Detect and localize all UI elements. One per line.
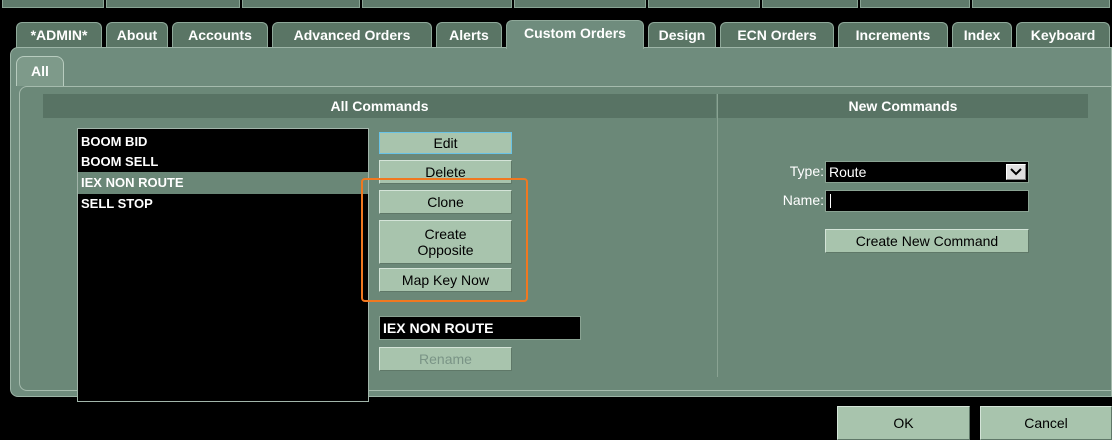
section-divider (717, 94, 718, 377)
tab-about[interactable]: About (106, 22, 168, 48)
list-item[interactable]: SELL STOP (78, 194, 368, 214)
tab-index[interactable]: Index (952, 22, 1012, 48)
all-commands-header: All Commands (43, 94, 716, 118)
rename-button[interactable]: Rename (379, 347, 512, 371)
background-tab (2, 0, 104, 8)
tab-accounts[interactable]: Accounts (172, 22, 268, 48)
tab-bar: *ADMIN* About Accounts Advanced Orders A… (0, 20, 1112, 49)
list-item-selected[interactable]: IEX NON ROUTE (78, 172, 368, 194)
background-tab-row (0, 0, 1112, 16)
highlight-box (361, 178, 528, 302)
type-label: Type: (789, 163, 824, 179)
tab-advanced-orders[interactable]: Advanced Orders (272, 22, 432, 48)
type-select[interactable]: Route (825, 161, 1029, 183)
rename-input[interactable]: IEX NON ROUTE (379, 316, 581, 340)
edit-button[interactable]: Edit (379, 132, 512, 154)
list-item[interactable]: BOOM SELL (78, 152, 368, 172)
ok-button[interactable]: OK (837, 406, 970, 440)
tab-alerts[interactable]: Alerts (436, 22, 502, 48)
list-item[interactable]: BOOM BID (78, 132, 368, 152)
command-list[interactable]: BOOM BID BOOM SELL IEX NON ROUTE SELL ST… (77, 128, 369, 402)
background-tab (514, 0, 646, 8)
chevron-down-icon[interactable] (1006, 164, 1026, 180)
background-tab (106, 0, 240, 8)
tab-design[interactable]: Design (648, 22, 716, 48)
background-tab (648, 0, 760, 8)
new-command-name-input[interactable] (825, 190, 1029, 212)
background-tab (242, 0, 360, 8)
tab-increments[interactable]: Increments (838, 22, 948, 48)
tab-custom-orders[interactable]: Custom Orders (506, 20, 644, 49)
tab-keyboard[interactable]: Keyboard (1016, 22, 1110, 48)
background-tab (972, 0, 1110, 8)
name-label: Name: (782, 192, 824, 208)
tab-admin[interactable]: *ADMIN* (16, 22, 102, 48)
subtab-all[interactable]: All (16, 56, 64, 86)
text-caret (830, 194, 831, 208)
tab-ecn-orders[interactable]: ECN Orders (720, 22, 834, 48)
background-tab (860, 0, 970, 8)
create-new-command-button[interactable]: Create New Command (825, 229, 1029, 253)
background-tab (762, 0, 858, 8)
new-commands-header: New Commands (718, 94, 1088, 118)
cancel-button[interactable]: Cancel (980, 406, 1112, 440)
type-select-value: Route (829, 164, 867, 180)
background-tab (362, 0, 512, 8)
